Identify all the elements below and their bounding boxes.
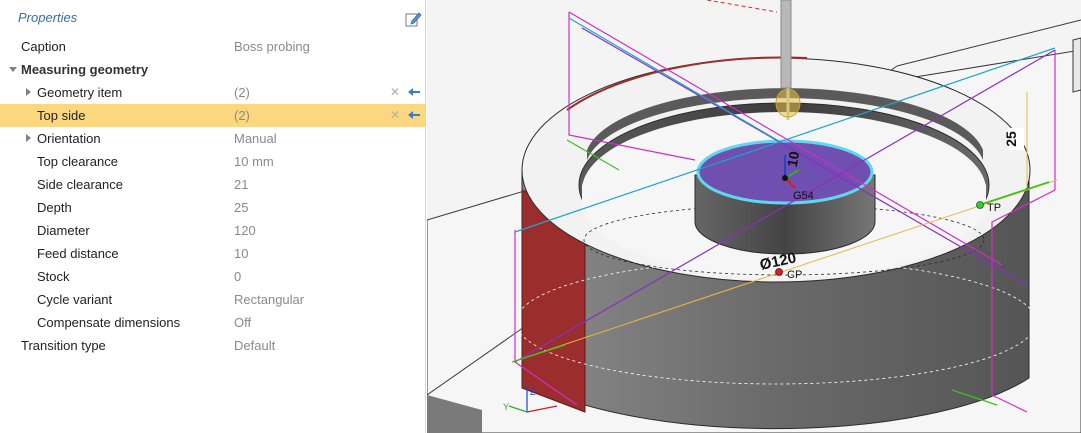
axis-z-label: Z (530, 387, 536, 397)
triangle-down-icon[interactable] (9, 67, 17, 72)
pick-arrow-icon-svg (408, 111, 420, 119)
row-compensate-dimensions[interactable]: Compensate dimensions Off (0, 311, 426, 334)
row-label: Orientation (37, 131, 101, 146)
row-value[interactable]: 25 (234, 200, 248, 215)
depth-label: 25 (1003, 131, 1019, 147)
row-label: Transition type (21, 338, 106, 353)
row-value[interactable]: (2) (234, 108, 250, 123)
group-label: Measuring geometry (21, 62, 149, 77)
edit-note-icon-svg (405, 12, 422, 27)
row-label: Top side (37, 108, 86, 123)
row-label: Geometry item (37, 85, 123, 100)
row-label: Diameter (37, 223, 90, 238)
row-orientation[interactable]: Orientation Manual (0, 127, 426, 150)
row-label: Depth (37, 200, 72, 215)
row-value[interactable]: 21 (234, 177, 248, 192)
properties-panel: Properties Caption Boss probing Measurin… (0, 0, 426, 433)
3d-viewport[interactable]: 25 10 Ø120 G54 TP CP Z Y (427, 0, 1081, 433)
row-label: Top clearance (37, 154, 118, 169)
origin-label: G54 (793, 190, 814, 202)
row-measuring-geometry[interactable]: Measuring geometry (0, 58, 426, 81)
row-value[interactable]: 10 (234, 246, 248, 261)
row-transition-type[interactable]: Transition type Default (0, 334, 426, 357)
pick-arrow-icon[interactable] (406, 83, 422, 101)
row-stock[interactable]: Stock 0 (0, 265, 426, 288)
top-clearance-dimension[interactable]: 10 (784, 150, 802, 168)
probe-tip (775, 88, 801, 118)
back-block (1072, 37, 1081, 93)
row-cycle-variant[interactable]: Cycle variant Rectangular (0, 288, 426, 311)
row-value[interactable]: Off (234, 315, 251, 330)
properties-title: Properties (18, 10, 78, 25)
edit-note-icon[interactable] (404, 10, 422, 28)
viewport-scene[interactable]: 25 10 Ø120 G54 TP CP Z Y (427, 0, 1081, 433)
row-caption[interactable]: Caption Boss probing (0, 35, 426, 58)
row-depth[interactable]: Depth 25 (0, 196, 426, 219)
row-value[interactable]: 0 (234, 269, 241, 284)
touch-point-label: TP (987, 202, 1001, 214)
row-diameter[interactable]: Diameter 120 (0, 219, 426, 242)
row-top-clearance[interactable]: Top clearance 10 mm (0, 150, 426, 173)
row-label: Compensate dimensions (37, 315, 181, 330)
row-value[interactable]: 10 mm (234, 154, 274, 169)
clear-x-icon[interactable]: ✕ (387, 106, 403, 124)
row-label: Feed distance (37, 246, 119, 261)
row-label: Side clearance (37, 177, 123, 192)
probe-dashed-line (706, 0, 778, 13)
row-geometry-item[interactable]: Geometry item (2) ✕ (0, 81, 426, 104)
pick-arrow-icon-svg (408, 88, 420, 96)
axis-y-label: Y (503, 402, 509, 412)
probe-shaft (780, 0, 792, 89)
row-label: Caption (21, 39, 66, 54)
row-label: Cycle variant (37, 292, 113, 307)
row-side-clearance[interactable]: Side clearance 21 (0, 173, 426, 196)
pick-arrow-icon[interactable] (406, 106, 422, 124)
row-value[interactable]: 120 (234, 223, 256, 238)
clear-x-icon[interactable]: ✕ (387, 83, 403, 101)
row-value[interactable]: Rectangular (234, 292, 304, 307)
row-value[interactable]: Boss probing (234, 39, 310, 54)
row-value[interactable]: Default (234, 338, 275, 353)
center-point-label: CP (787, 269, 802, 281)
top-clearance-label: 10 (784, 150, 802, 168)
row-label: Stock (37, 269, 70, 284)
triangle-right-icon[interactable] (26, 88, 31, 96)
depth-dimension[interactable]: 25 (1003, 128, 1024, 150)
row-feed-distance[interactable]: Feed distance 10 (0, 242, 426, 265)
triangle-right-icon[interactable] (26, 134, 31, 142)
row-value[interactable]: (2) (234, 85, 250, 100)
row-value[interactable]: Manual (234, 131, 277, 146)
row-top-side[interactable]: Top side (2) ✕ (0, 104, 426, 127)
